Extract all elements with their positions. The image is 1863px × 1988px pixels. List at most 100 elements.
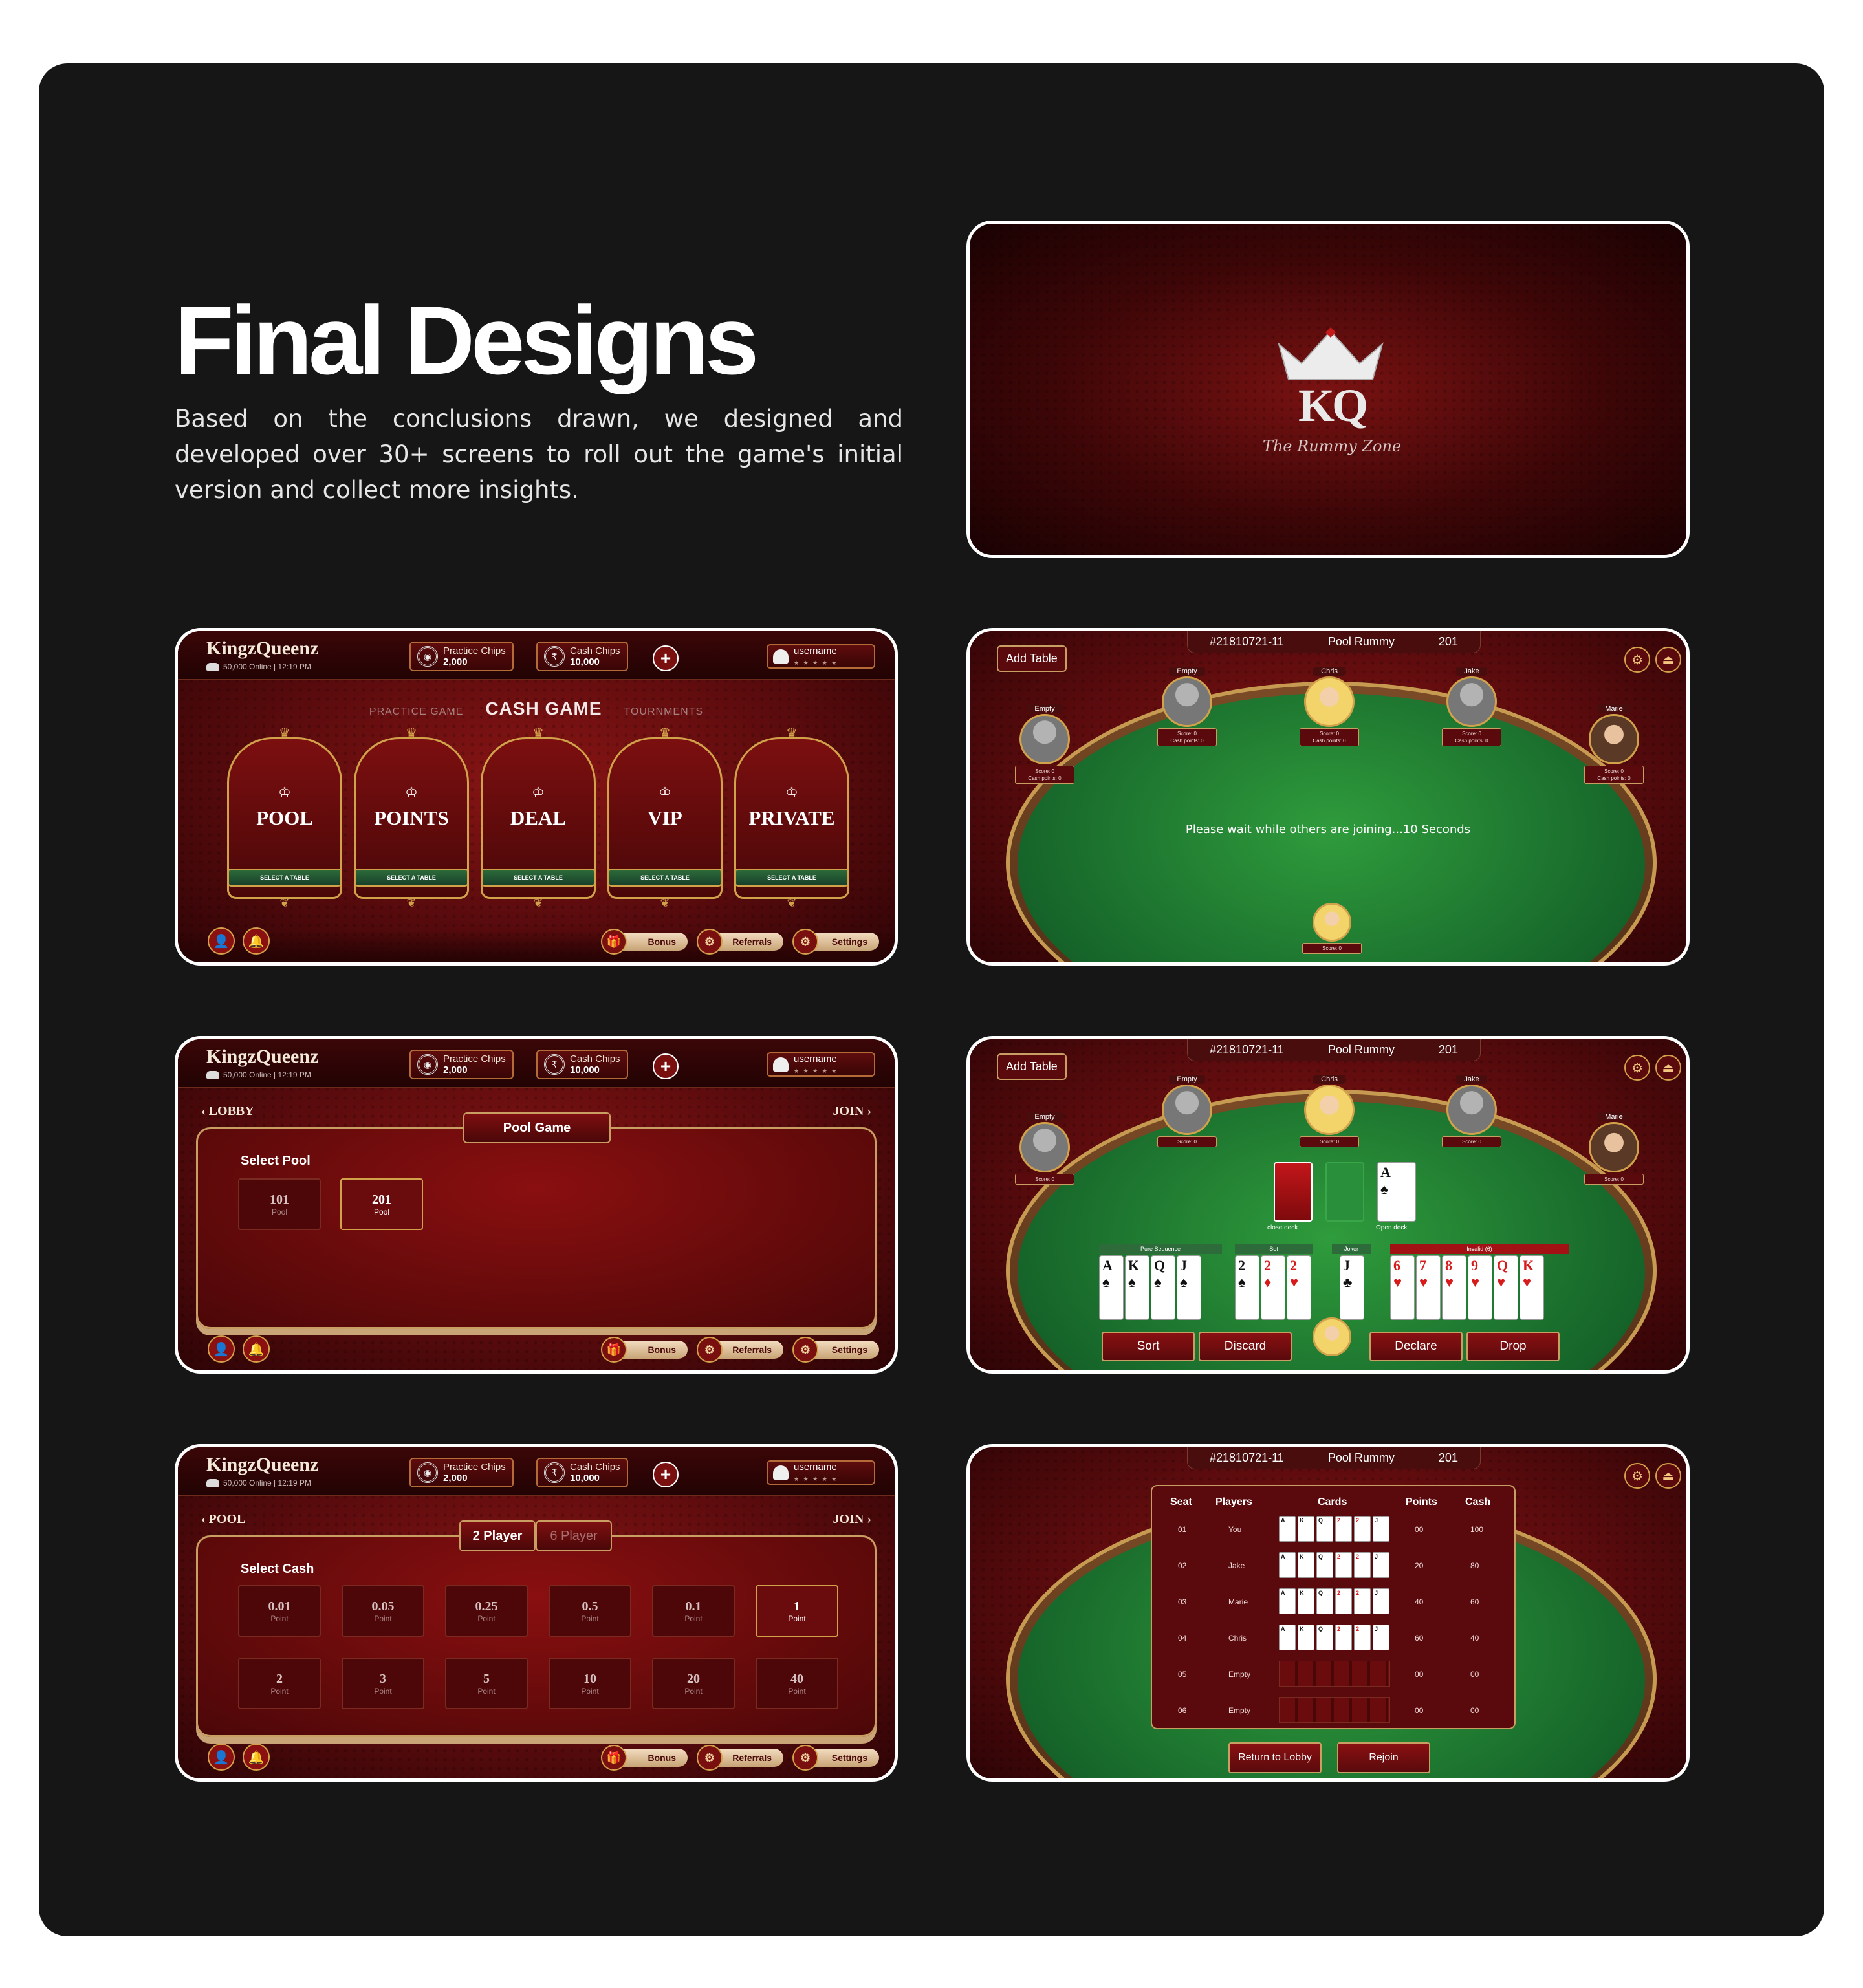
rupee-icon: ₹	[544, 1054, 565, 1075]
user-profile[interactable]: username ★ ★ ★ ★ ★	[767, 1052, 875, 1077]
add-chips-button[interactable]: +	[653, 645, 679, 671]
declare-button[interactable]: Declare	[1369, 1332, 1463, 1361]
notification-button[interactable]: 🔔	[243, 1744, 270, 1771]
user-profile[interactable]: username ★ ★ ★ ★ ★	[767, 1460, 875, 1485]
cash-option[interactable]: 20 Point	[652, 1658, 735, 1709]
cash-option[interactable]: 40 Point	[756, 1658, 838, 1709]
playing-card[interactable]: K ♠	[1125, 1255, 1149, 1320]
exit-icon[interactable]: ⏏	[1655, 1463, 1681, 1489]
back-button[interactable]: ‹ LOBBY	[201, 1104, 254, 1119]
rejoin-button[interactable]: Rejoin	[1337, 1742, 1430, 1773]
playing-card[interactable]: Q ♠	[1151, 1255, 1175, 1320]
game-card-label: VIP	[648, 806, 682, 829]
add-chips-button[interactable]: +	[653, 1462, 679, 1487]
user-profile[interactable]: username ★ ★ ★ ★ ★	[767, 644, 875, 669]
playing-card[interactable]: J ♠	[1177, 1255, 1201, 1320]
seat-marie: Marie Score: 0	[1584, 1110, 1644, 1185]
game-card-points[interactable]: ♛ ♔ POINTS SELECT A TABLE ❦	[354, 726, 469, 909]
cash-option[interactable]: 5 Point	[445, 1658, 528, 1709]
select-table-button[interactable]: SELECT A TABLE	[608, 869, 722, 887]
cash-chips[interactable]: ₹ Cash Chips 10,000	[536, 1458, 628, 1487]
notification-button[interactable]: 🔔	[243, 927, 270, 955]
game-card-pool[interactable]: ♛ ♔ POOL SELECT A TABLE ❦	[227, 726, 342, 909]
bonus-button[interactable]: 🎁 Bonus	[601, 1745, 688, 1771]
cash-option[interactable]: 0.25 Point	[445, 1585, 528, 1637]
settings-icon[interactable]: ⚙	[1624, 1463, 1650, 1489]
playing-card[interactable]: A ♠	[1099, 1255, 1124, 1320]
cash-option[interactable]: 0.5 Point	[549, 1585, 631, 1637]
tab-pool-game[interactable]: Pool Game	[463, 1112, 611, 1143]
cash-option[interactable]: 2 Point	[238, 1658, 321, 1709]
add-table-button[interactable]: Add Table	[997, 645, 1067, 672]
cash-option[interactable]: 10 Point	[549, 1658, 631, 1709]
cash-option[interactable]: 0.1 Point	[652, 1585, 735, 1637]
practice-chips[interactable]: ◉ Practice Chips 2,000	[409, 1050, 514, 1079]
settings-icon[interactable]: ⚙	[1624, 647, 1650, 673]
settings-button[interactable]: ⚙ Settings	[792, 1337, 879, 1363]
bonus-button[interactable]: 🎁 Bonus	[601, 929, 688, 955]
tab-practice-game[interactable]: PRACTICE GAME	[369, 706, 463, 718]
col-cash: Cash	[1465, 1496, 1491, 1507]
select-table-button[interactable]: SELECT A TABLE	[354, 869, 468, 887]
mini-card: 2	[1354, 1552, 1371, 1578]
users-icon	[206, 663, 219, 671]
cash-chips[interactable]: ₹ Cash Chips 10,000	[536, 642, 628, 671]
game-card-deal[interactable]: ♛ ♔ DEAL SELECT A TABLE ❦	[481, 726, 596, 909]
playing-card[interactable]: 2 ♠	[1235, 1255, 1259, 1320]
playing-card[interactable]: 2 ♥	[1287, 1255, 1311, 1320]
option-unit: Pool	[271, 1207, 288, 1216]
add-table-button[interactable]: Add Table	[997, 1053, 1067, 1080]
playing-card[interactable]: K ♥	[1520, 1255, 1544, 1320]
tab-2-player[interactable]: 2 Player	[459, 1520, 536, 1551]
sort-button[interactable]: Sort	[1102, 1332, 1195, 1361]
select-table-button[interactable]: SELECT A TABLE	[481, 869, 595, 887]
game-card-private[interactable]: ♛ ♔ PRIVATE SELECT A TABLE ❦	[734, 726, 849, 909]
exit-icon[interactable]: ⏏	[1655, 647, 1681, 673]
playing-card[interactable]: 2 ♦	[1261, 1255, 1285, 1320]
select-table-button[interactable]: SELECT A TABLE	[228, 869, 342, 887]
playing-card[interactable]: 6 ♥	[1390, 1255, 1415, 1320]
referrals-button[interactable]: ⚙ Referrals	[697, 1745, 783, 1771]
profile-button[interactable]: 👤	[208, 1335, 235, 1363]
back-button[interactable]: ‹ POOL	[201, 1512, 245, 1527]
close-deck[interactable]	[1274, 1162, 1313, 1222]
bonus-button[interactable]: 🎁 Bonus	[601, 1337, 688, 1363]
open-deck-card[interactable]: A ♠	[1377, 1162, 1416, 1222]
pool-option-201[interactable]: 201 Pool	[340, 1178, 423, 1230]
profile-button[interactable]: 👤	[208, 1744, 235, 1771]
mini-card: J	[1373, 1552, 1389, 1578]
top-bar: KingzQueenz 50,000 Online | 12:19 PM ◉ Pr…	[178, 1447, 895, 1496]
playing-card[interactable]: J ♣	[1340, 1255, 1364, 1320]
practice-chips[interactable]: ◉ Practice Chips 2,000	[409, 1458, 514, 1487]
cash-option-selected[interactable]: 1 Point	[756, 1585, 838, 1637]
tab-tournaments[interactable]: TOURNMENTS	[624, 706, 704, 718]
referrals-button[interactable]: ⚙ Referrals	[697, 1337, 783, 1363]
exit-icon[interactable]: ⏏	[1655, 1055, 1681, 1081]
select-table-button[interactable]: SELECT A TABLE	[735, 869, 849, 887]
cash-chips[interactable]: ₹ Cash Chips 10,000	[536, 1050, 628, 1079]
cash-option[interactable]: 0.01 Point	[238, 1585, 321, 1637]
join-button[interactable]: JOIN ›	[833, 1512, 871, 1527]
pool-option-101[interactable]: 101 Pool	[238, 1178, 321, 1230]
cash-option[interactable]: 0.05 Point	[342, 1585, 424, 1637]
settings-button[interactable]: ⚙ Settings	[792, 929, 879, 955]
join-button[interactable]: JOIN ›	[833, 1104, 871, 1119]
playing-card[interactable]: 8 ♥	[1442, 1255, 1466, 1320]
game-card-vip[interactable]: ♛ ♔ VIP SELECT A TABLE ❦	[607, 726, 723, 909]
profile-button[interactable]: 👤	[208, 927, 235, 955]
playing-card[interactable]: 9 ♥	[1468, 1255, 1492, 1320]
add-chips-button[interactable]: +	[653, 1053, 679, 1079]
tab-cash-game[interactable]: CASH GAME	[485, 698, 602, 719]
playing-card[interactable]: 7 ♥	[1416, 1255, 1441, 1320]
practice-chips[interactable]: ◉ Practice Chips 2,000	[409, 642, 514, 671]
settings-button[interactable]: ⚙ Settings	[792, 1745, 879, 1771]
settings-icon[interactable]: ⚙	[1624, 1055, 1650, 1081]
referrals-button[interactable]: ⚙ Referrals	[697, 929, 783, 955]
notification-button[interactable]: 🔔	[243, 1335, 270, 1363]
discard-button[interactable]: Discard	[1199, 1332, 1292, 1361]
playing-card[interactable]: Q ♥	[1494, 1255, 1518, 1320]
drop-button[interactable]: Drop	[1466, 1332, 1560, 1361]
tab-6-player[interactable]: 6 Player	[536, 1520, 612, 1551]
return-to-lobby-button[interactable]: Return to Lobby	[1228, 1742, 1322, 1773]
cash-option[interactable]: 3 Point	[342, 1658, 424, 1709]
